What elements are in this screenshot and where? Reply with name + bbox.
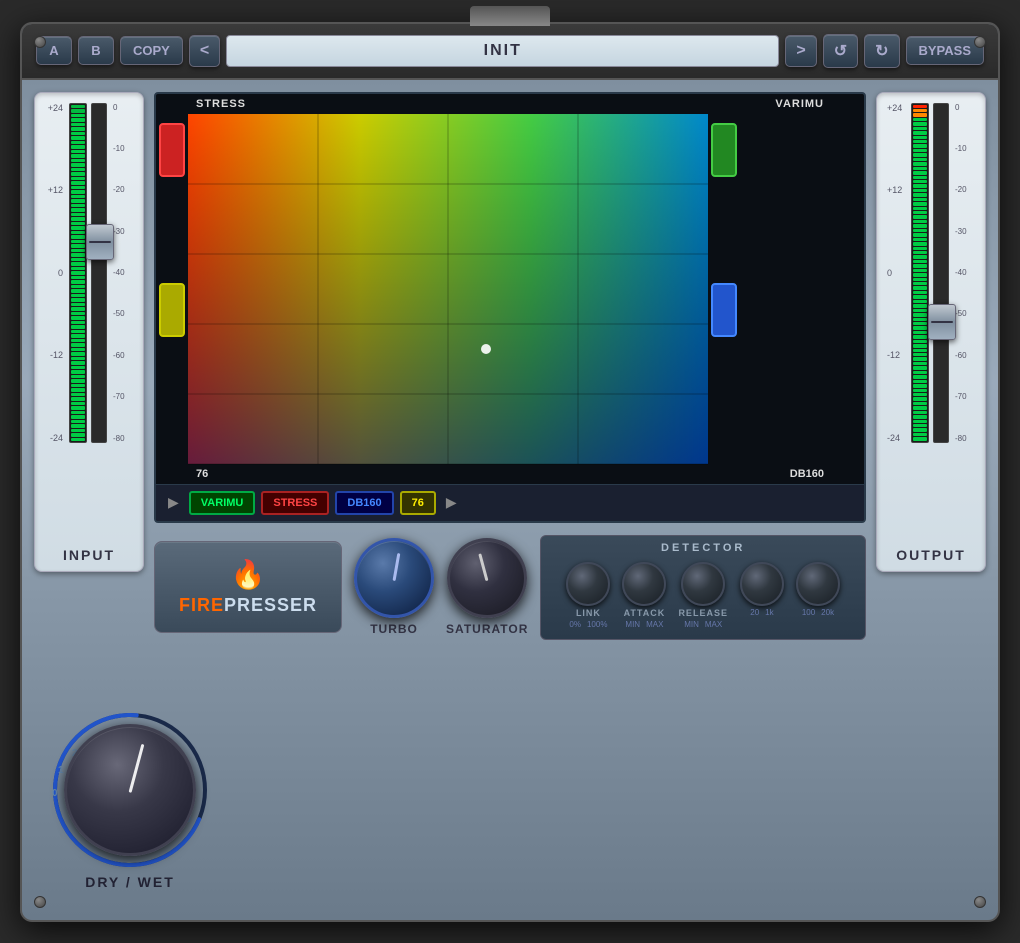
db160-mode-button[interactable]: DB160 [335,491,393,515]
screw-bottom-left [34,896,46,908]
attack-group: ATTACK MIN MAX [622,562,666,629]
screw-top-left [34,36,46,48]
toolbar: A B COPY < INIT > ↺ ↻ BYPASS [22,24,998,80]
modes-next-button[interactable]: ▶ [442,492,461,513]
release-knob[interactable] [681,562,725,606]
main-content: +24 +12 0 -12 -24 [22,80,998,656]
link-knob[interactable] [566,562,610,606]
freq-low-min: 20 [750,608,759,617]
saturator-section: SATURATOR [446,538,528,636]
attack-knob[interactable] [622,562,666,606]
input-fader-handle[interactable] [86,224,114,260]
b-button[interactable]: B [78,36,114,65]
output-label: OUTPUT [896,547,966,563]
input-panel: +24 +12 0 -12 -24 [34,92,144,572]
bypass-button[interactable]: BYPASS [906,36,985,65]
output-scale-right: 0 -10 -20 -30 -40 -50 -60 -70 -80 [953,103,977,443]
input-vu-meter [69,103,87,443]
freq-high-max: 20k [821,608,834,617]
undo-button[interactable]: ↺ [823,34,858,68]
viz-labels-bottom: 76 DB160 [156,468,864,480]
dry-wet-section: 0 1 2 3 4 5 6 7 8 9 10 DRY / WET [50,710,210,890]
freq-low-group: 20 1k [740,562,784,617]
release-min: MIN [684,620,699,629]
output-vu-meter [911,103,929,443]
detector-title: DETECTOR [553,542,853,554]
stress-label: STRESS [196,98,246,110]
output-fader-track [933,103,949,443]
link-group: LINK 0% 100% [566,562,610,629]
screw-top-right [974,36,986,48]
turbo-label: TURBO [370,622,418,636]
freq-low-knob[interactable] [740,562,784,606]
link-range-max: 100% [587,620,607,629]
input-scale-right: 0 -10 -20 -30 -40 -50 -60 -70 -80 [111,103,135,443]
preset-display: INIT [226,35,779,67]
output-fader-handle[interactable] [928,304,956,340]
viz-canvas: STRESS VARIMU 76 DB160 [156,94,864,484]
attack-max: MAX [646,620,663,629]
input-scale-left: +24 +12 0 -12 -24 [43,103,65,443]
redo-button[interactable]: ↻ [864,34,899,68]
logo-presser: PRESSER [224,595,317,615]
screw-bottom-right [974,896,986,908]
turbo-section: TURBO [354,538,434,636]
viz-labels-top: STRESS VARIMU [156,98,864,110]
logo-icon: 🔥 [179,558,317,591]
stress-mode-button[interactable]: STRESS [261,491,329,515]
visualizer-section: STRESS VARIMU 76 DB160 ▶ VARIMU STRESS D… [154,92,866,644]
detector-section: DETECTOR LINK 0% 100% [540,535,866,640]
76-mode-button[interactable]: 76 [400,491,436,515]
release-label: RELEASE [678,608,728,618]
varimu-mode-button[interactable]: VARIMU [189,491,256,515]
dry-wet-label: DRY / WET [85,874,175,890]
next-preset-button[interactable]: > [785,35,816,67]
varimu-label: VARIMU [775,98,824,110]
output-panel: +24 +12 0 -12 -24 [876,92,986,572]
output-scale-left: +24 +12 0 -12 -24 [885,103,907,443]
freq-high-min: 100 [802,608,815,617]
plugin-container: A B COPY < INIT > ↺ ↻ BYPASS +24 +12 0 -… [20,22,1000,922]
attack-label: ATTACK [624,608,666,618]
attack-min: MIN [625,620,640,629]
input-label: INPUT [63,547,115,563]
dry-wet-knob[interactable] [64,724,196,856]
input-fader-track [91,103,107,443]
bottom-right-label: DB160 [790,468,824,480]
detector-controls: LINK 0% 100% ATTACK MIN [553,562,853,629]
top-clip [470,6,550,26]
turbo-knob[interactable] [354,538,434,618]
bottom-left-label: 76 [196,468,208,480]
modes-prev-button[interactable]: ▶ [164,492,183,513]
prev-preset-button[interactable]: < [189,35,220,67]
dry-wet-knob-wrapper: 0 1 2 3 4 5 6 7 8 9 10 [50,710,210,870]
copy-button[interactable]: COPY [120,36,183,65]
visualizer-container[interactable]: STRESS VARIMU 76 DB160 ▶ VARIMU STRESS D… [154,92,866,523]
saturator-label: SATURATOR [446,622,528,636]
link-label: LINK [576,608,601,618]
logo-section: 🔥 FIREPRESSER [154,541,342,633]
freq-high-knob[interactable] [796,562,840,606]
link-range-min: 0% [569,620,581,629]
freq-low-max: 1k [765,608,773,617]
freq-high-group: 100 20k [796,562,840,617]
logo-text: FIREPRESSER [179,595,317,616]
logo-fire: FIRE [179,595,224,615]
release-group: RELEASE MIN MAX [678,562,728,629]
saturator-knob[interactable] [447,538,527,618]
release-max: MAX [705,620,722,629]
